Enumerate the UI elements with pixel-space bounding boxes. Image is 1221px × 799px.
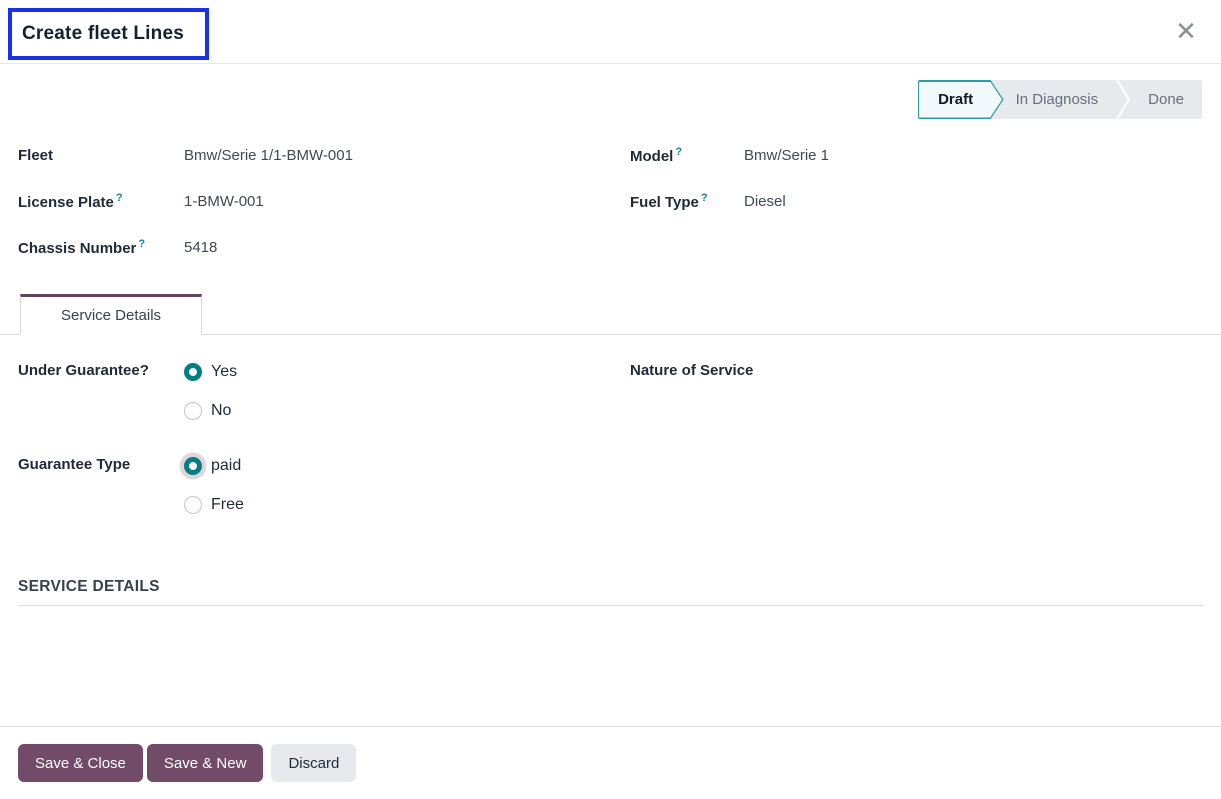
field-guarantee-type: Guarantee Type paid Free (18, 446, 630, 524)
model-value[interactable]: Bmw/Serie 1 (744, 147, 829, 164)
tab-content-left: Under Guarantee? Yes No Guarantee Type (18, 352, 630, 524)
radio-option-label: No (211, 402, 231, 420)
help-icon: ? (701, 192, 708, 204)
fuel-type-label: Fuel Type? (630, 192, 744, 211)
radio-option-free[interactable]: Free (184, 485, 244, 524)
radio-option-label: Free (211, 496, 244, 514)
modal-footer: Save & Close Save & New Discard (0, 726, 1221, 799)
guarantee-type-label: Guarantee Type (18, 446, 184, 524)
create-fleet-lines-modal: Create fleet Lines ✕ Draft In Diagnosis … (0, 0, 1221, 799)
radio-option-paid[interactable]: paid (184, 446, 244, 485)
tab-content-right: Nature of Service (630, 352, 1203, 524)
status-step-in-diagnosis[interactable]: In Diagnosis (998, 80, 1117, 119)
status-step-label: Done (1148, 91, 1184, 108)
chassis-number-label: Chassis Number? (18, 238, 184, 257)
radio-selected-icon[interactable] (184, 363, 202, 381)
tab-service-details[interactable]: Service Details (20, 294, 202, 335)
notebook-tabs: Service Details (0, 294, 1221, 335)
form-column-left: Fleet Bmw/Serie 1/1-BMW-001 License Plat… (18, 132, 630, 270)
fleet-value[interactable]: Bmw/Serie 1/1-BMW-001 (184, 147, 353, 164)
save-and-close-button[interactable]: Save & Close (18, 744, 143, 782)
status-step-draft[interactable]: Draft (918, 80, 1004, 119)
field-fleet: Fleet Bmw/Serie 1/1-BMW-001 (18, 132, 630, 178)
section-divider (18, 605, 1203, 606)
radio-option-yes[interactable]: Yes (184, 352, 237, 391)
section-title: SERVICE DETAILS (18, 578, 1203, 605)
modal-header: Create fleet Lines ✕ (0, 0, 1221, 64)
field-fuel-type: Fuel Type? Diesel (630, 178, 1203, 224)
field-model: Model? Bmw/Serie 1 (630, 132, 1203, 178)
help-icon: ? (116, 192, 123, 204)
radio-unselected-icon[interactable] (184, 402, 202, 420)
chassis-number-value[interactable]: 5418 (184, 239, 217, 256)
tab-content-service-details: Under Guarantee? Yes No Guarantee Type (18, 335, 1203, 524)
radio-option-label: paid (211, 457, 241, 475)
guarantee-type-options: paid Free (184, 446, 244, 524)
form-column-right: Model? Bmw/Serie 1 Fuel Type? Diesel (630, 132, 1203, 270)
title-highlight-box: Create fleet Lines (8, 8, 209, 60)
status-step-label: In Diagnosis (1016, 91, 1099, 108)
help-icon: ? (675, 146, 682, 158)
radio-selected-icon[interactable] (184, 457, 202, 475)
fuel-type-value[interactable]: Diesel (744, 193, 786, 210)
status-bar: Draft In Diagnosis Done (918, 80, 1202, 119)
modal-title: Create fleet Lines (22, 23, 184, 45)
help-icon: ? (138, 238, 145, 250)
radio-option-no[interactable]: No (184, 391, 237, 430)
field-under-guarantee: Under Guarantee? Yes No (18, 352, 630, 430)
model-label: Model? (630, 146, 744, 165)
license-plate-value[interactable]: 1-BMW-001 (184, 193, 264, 210)
under-guarantee-options: Yes No (184, 352, 237, 430)
under-guarantee-label: Under Guarantee? (18, 352, 184, 430)
save-and-new-button[interactable]: Save & New (147, 744, 264, 782)
discard-button[interactable]: Discard (271, 744, 356, 782)
service-details-section: SERVICE DETAILS (18, 578, 1203, 606)
license-plate-label: License Plate? (18, 192, 184, 211)
nature-of-service-label: Nature of Service (630, 352, 1203, 379)
close-icon[interactable]: ✕ (1168, 14, 1204, 50)
fleet-label: Fleet (18, 147, 184, 164)
step-separator-icon (1116, 80, 1130, 119)
radio-option-label: Yes (211, 363, 237, 381)
radio-unselected-icon[interactable] (184, 496, 202, 514)
status-step-label: Draft (938, 91, 983, 108)
status-step-done[interactable]: Done (1130, 80, 1202, 119)
field-chassis-number: Chassis Number? 5418 (18, 224, 630, 270)
field-license-plate: License Plate? 1-BMW-001 (18, 178, 630, 224)
form-area: Fleet Bmw/Serie 1/1-BMW-001 License Plat… (18, 132, 1203, 270)
